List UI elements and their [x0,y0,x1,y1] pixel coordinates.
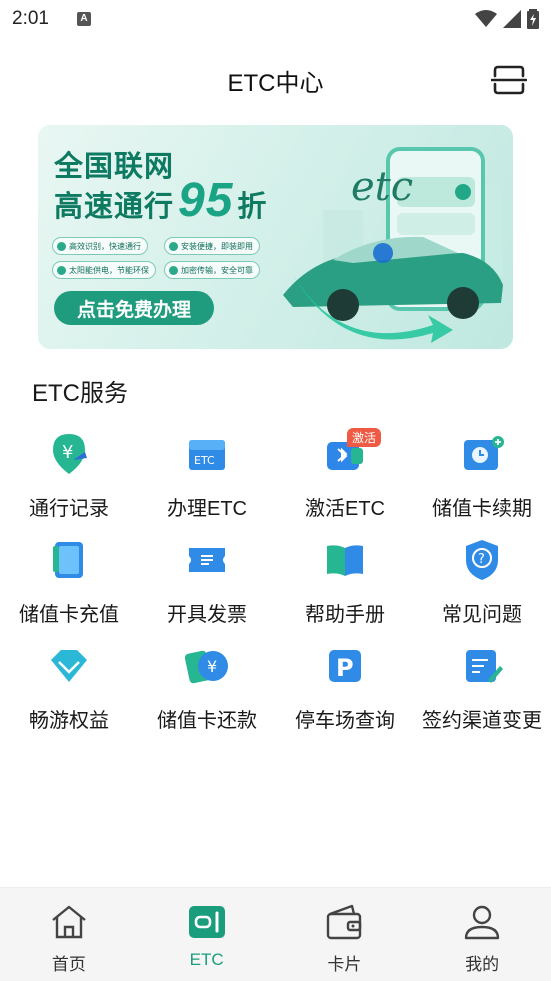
banner-feature-pill: 太阳能供电，节能环保 [52,261,156,279]
banner-etc-script: etc [351,164,413,210]
question-shield-icon: ? [466,540,498,580]
banner-discount: 95 [178,174,234,227]
svg-text:ETC: ETC [194,454,215,467]
signal-icon [503,10,521,28]
service-apply-etc[interactable]: ETC 办理ETC [138,430,276,530]
check-icon [57,265,66,275]
banner-feature-pill: 安装便捷，即装即用 [164,237,260,255]
check-icon [169,265,178,275]
service-card-renewal[interactable]: 储值卡续期 [413,430,551,530]
activate-badge: 激活 [347,428,382,447]
service-pass-record[interactable]: ¥ 通行记录 [0,430,138,530]
banner-feature-pill: 高效识别，快速通行 [52,237,148,255]
service-activate-etc[interactable]: 激活 激活ETC [276,428,414,530]
tab-label: ETC [189,950,224,969]
parking-icon: P [329,650,361,682]
invoice-ticket-icon [189,548,225,572]
banner-apply-button[interactable]: 点击免费办理 [54,291,214,325]
service-label: 帮助手册 [305,604,385,626]
book-icon [327,545,363,576]
service-label: 储值卡续期 [432,498,532,520]
tab-mine[interactable]: 我的 [413,888,551,981]
tab-etc[interactable]: ETC [138,888,276,981]
battery-icon [527,9,539,29]
tab-home[interactable]: 首页 [0,888,138,981]
service-faq[interactable]: ? 常见问题 [413,536,551,636]
banner-title-line1: 全国联网 [54,151,175,183]
service-invoice[interactable]: 开具发票 [138,536,276,636]
banner-feature-pill: 加密传输，安全可靠 [164,261,260,279]
service-help-manual[interactable]: 帮助手册 [276,536,414,636]
diamond-icon [51,650,87,682]
bluetooth-activate-icon-wrap: 激活 [321,428,382,478]
tab-cards[interactable]: 卡片 [276,888,414,981]
yen-pass-record-icon: ¥ [53,434,87,474]
scan-button[interactable] [491,64,527,96]
service-label: 常见问题 [442,604,522,626]
check-icon [57,241,66,251]
service-label: 储值卡充值 [19,604,119,626]
svg-text:¥: ¥ [62,442,73,463]
banner-illustration: etc [283,147,503,343]
svg-text:¥: ¥ [207,657,217,676]
service-label: 开具发票 [167,604,247,626]
service-label: 签约渠道变更 [422,710,542,732]
page-header: ETC中心 [0,52,551,108]
notification-a-icon: A [76,12,91,26]
service-card-repayment[interactable]: ¥ 储值卡还款 [138,642,276,742]
service-card-recharge[interactable]: 储值卡充值 [0,536,138,636]
status-time: 2:01 [12,8,49,29]
home-icon [52,905,86,939]
edit-document-icon [466,650,503,683]
page-title: ETC中心 [227,69,324,97]
check-icon [169,241,178,251]
tab-label: 我的 [465,955,500,974]
service-travel-benefits[interactable]: 畅游权益 [0,642,138,742]
status-bar: 2:01 A [0,0,551,38]
tab-label: 卡片 [327,955,362,974]
promo-banner[interactable]: 全国联网 高速通行 95 折 高效识别，快速通行 安装便捷，即装即用 太阳能供电… [38,125,513,349]
wallet-icon [327,904,362,940]
recharge-card-icon [53,542,83,578]
yen-card-repay-icon: ¥ [184,650,228,684]
etc-icon [188,906,225,938]
service-label: 储值卡还款 [157,710,257,732]
service-label: 办理ETC [167,498,247,520]
banner-title-line2: 高速通行 95 折 [54,174,267,227]
svg-text:P: P [336,654,354,682]
service-parking-query[interactable]: P 停车场查询 [276,642,414,742]
service-label: 畅游权益 [29,710,109,732]
service-signing-channel-change[interactable]: 签约渠道变更 [413,642,551,742]
service-label: 停车场查询 [295,710,395,732]
status-indicators [475,9,539,29]
section-title-etc-services: ETC服务 [32,380,128,407]
service-label: 激活ETC [305,498,385,520]
svg-text:?: ? [478,552,485,567]
tab-label: 首页 [51,955,86,974]
banner-title-prefix: 高速通行 [54,191,175,223]
etc-card-icon: ETC [189,440,225,470]
user-icon [464,905,500,940]
bottom-tab-bar: 首页 ETC 卡片 我的 [0,887,551,981]
wifi-icon [475,10,497,27]
calendar-clock-icon [464,436,504,470]
service-label: 通行记录 [29,498,109,520]
